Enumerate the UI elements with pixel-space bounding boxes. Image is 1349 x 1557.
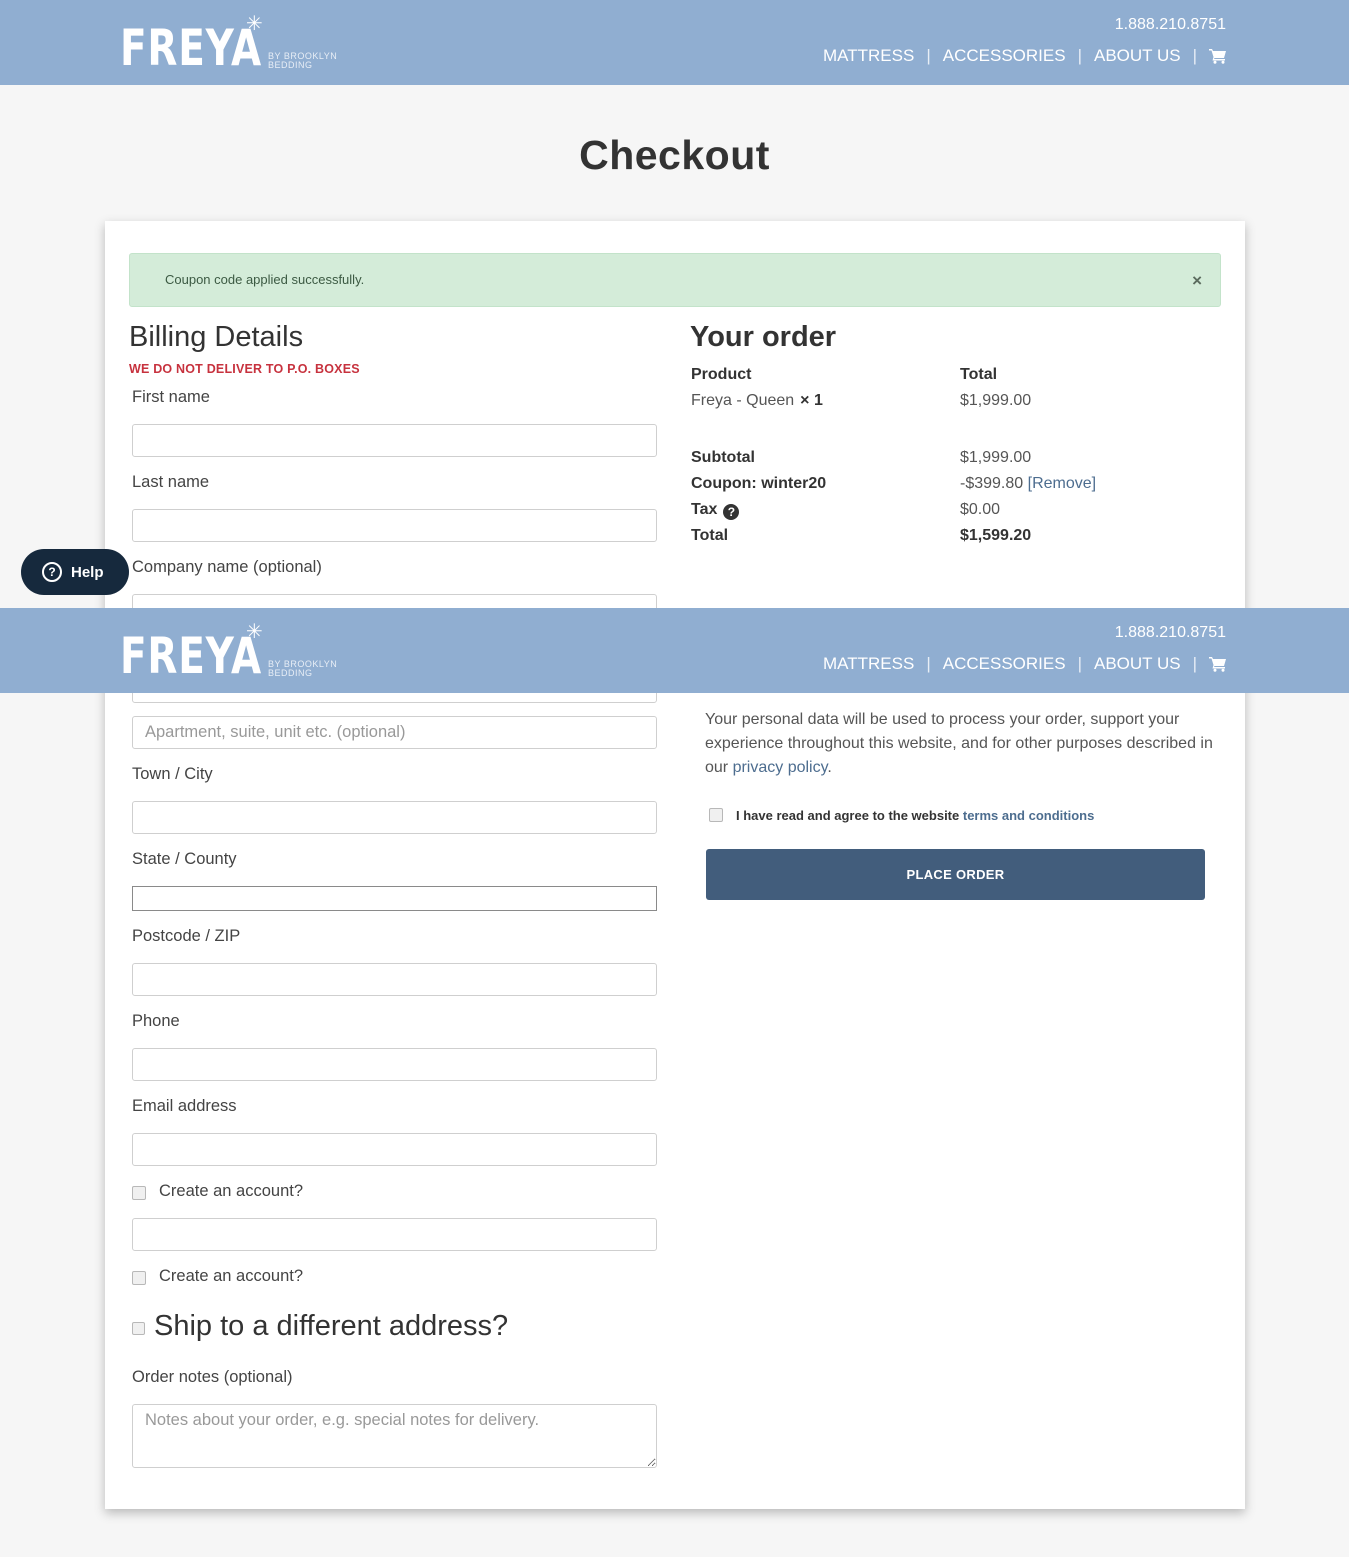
logo-wordmark: FREYA [120, 19, 262, 77]
nav-separator: | [926, 46, 931, 65]
remove-coupon-link[interactable]: [Remove] [1028, 475, 1096, 492]
order-notes-label: Order notes (optional) [132, 1368, 293, 1386]
phone-number[interactable]: 1.888.210.8751 [1115, 624, 1226, 642]
coupon-amount: -$399.80 [960, 475, 1024, 492]
freya-logo[interactable]: FREYA ✳ BY BROOKLYN BEDDING [120, 14, 337, 77]
create-account-label[interactable]: Create an account? [159, 1182, 303, 1201]
tax-label-text: Tax [691, 501, 718, 518]
coupon-label: Coupon: winter20 [691, 475, 827, 492]
notice-message: Coupon code applied successfully. [165, 272, 365, 287]
create-account-checkbox[interactable] [132, 1186, 146, 1200]
ship-different-checkbox[interactable] [132, 1322, 145, 1335]
state-label: State / County [132, 850, 237, 868]
sticky-header: FREYA ✳ BY BROOKLYN BEDDING 1.888.210.87… [0, 608, 1349, 693]
column-product: Product [691, 366, 752, 383]
page-title: Checkout [579, 132, 770, 178]
site-header: FREYA ✳ BY BROOKLYN BEDDING 1.888.210.87… [0, 0, 1349, 85]
account-password-input[interactable] [132, 1218, 657, 1251]
total-row: Total $1,599.20 [691, 527, 1211, 549]
privacy-period: . [827, 759, 832, 776]
nav-mattress[interactable]: MATTRESS [823, 654, 914, 674]
nav-accessories[interactable]: ACCESSORIES [943, 654, 1066, 674]
nav-separator: | [1192, 46, 1197, 65]
logo-subtitle-line2: BEDDING [268, 60, 313, 70]
question-circle-icon: ? [42, 562, 62, 582]
tax-value: $0.00 [960, 501, 1001, 518]
logo-subtitle: BY BROOKLYN BEDDING [268, 660, 337, 678]
order-notes-textarea[interactable] [132, 1404, 657, 1468]
terms-label[interactable]: I have read and agree to the website ter… [736, 808, 1094, 823]
place-order-button[interactable]: PLACE ORDER [706, 849, 1205, 900]
po-box-warning: WE DO NOT DELIVER TO P.O. BOXES [129, 362, 360, 376]
main-nav-sticky: MATTRESS | ACCESSORIES | ABOUT US | [823, 654, 1227, 674]
shopping-cart-icon[interactable] [1209, 656, 1227, 672]
shopping-cart-icon[interactable] [1209, 48, 1227, 64]
create-account-checkbox-2[interactable] [132, 1271, 146, 1285]
column-total: Total [960, 366, 998, 383]
phone-label: Phone [132, 1012, 180, 1030]
tax-label: Tax? [691, 501, 740, 520]
first-name-input[interactable] [132, 424, 657, 457]
logo-subtitle: BY BROOKLYN BEDDING [268, 52, 337, 70]
email-input[interactable] [132, 1133, 657, 1166]
last-name-label: Last name [132, 473, 210, 491]
order-heading: Your order [690, 321, 837, 353]
terms-link[interactable]: terms and conditions [963, 808, 1094, 823]
address-2-input[interactable] [132, 716, 657, 749]
product-name-text: Freya - Queen [691, 392, 795, 409]
postcode-label: Postcode / ZIP [132, 927, 241, 945]
subtotal-row: Subtotal $1,999.00 [691, 449, 1211, 471]
success-notice: Coupon code applied successfully. × [129, 253, 1221, 307]
terms-checkbox[interactable] [709, 808, 723, 822]
total-label: Total [691, 527, 729, 544]
privacy-notice: Your personal data will be used to proce… [705, 708, 1215, 780]
nav-separator: | [1077, 46, 1082, 65]
main-nav: MATTRESS | ACCESSORIES | ABOUT US | [823, 46, 1227, 66]
company-label: Company name (optional) [132, 558, 322, 576]
email-label: Email address [132, 1097, 237, 1115]
nav-separator: | [926, 654, 931, 673]
ship-different-label[interactable]: Ship to a different address? [154, 1310, 508, 1343]
create-account-label-2[interactable]: Create an account? [159, 1267, 303, 1286]
nav-separator: | [1192, 654, 1197, 673]
subtotal-value: $1,999.00 [960, 449, 1032, 466]
product-total: $1,999.00 [960, 392, 1032, 409]
product-name: Freya - Queen × 1 [691, 392, 823, 410]
city-label: Town / City [132, 765, 213, 783]
close-icon[interactable]: × [1192, 272, 1202, 289]
coupon-row: Coupon: winter20 -$399.80 [Remove] [691, 475, 1211, 497]
snowflake-icon: ✳ [246, 621, 263, 643]
help-button[interactable]: ? Help [21, 549, 129, 595]
nav-mattress[interactable]: MATTRESS [823, 46, 914, 66]
logo-subtitle-line2: BEDDING [268, 668, 313, 678]
last-name-input[interactable] [132, 509, 657, 542]
phone-input[interactable] [132, 1048, 657, 1081]
city-input[interactable] [132, 801, 657, 834]
help-label: Help [71, 563, 104, 581]
order-header-row: Product Total [691, 366, 1211, 388]
logo-wordmark: FREYA [120, 627, 262, 685]
total-value: $1,599.20 [960, 527, 1032, 544]
subtotal-label: Subtotal [691, 449, 755, 466]
question-circle-icon[interactable]: ? [723, 504, 740, 520]
terms-text: I have read and agree to the website [736, 808, 963, 823]
order-item-row: Freya - Queen × 1 $1,999.00 [691, 392, 1211, 414]
privacy-policy-link[interactable]: privacy policy [733, 759, 828, 776]
nav-separator: | [1077, 654, 1082, 673]
snowflake-icon: ✳ [246, 13, 263, 35]
product-qty: × 1 [800, 392, 823, 409]
nav-accessories[interactable]: ACCESSORIES [943, 46, 1066, 66]
freya-logo-sticky[interactable]: FREYA ✳ BY BROOKLYN BEDDING [120, 622, 337, 685]
postcode-input[interactable] [132, 963, 657, 996]
billing-heading: Billing Details [129, 321, 304, 353]
state-select[interactable] [132, 886, 657, 911]
checkout-card: Coupon code applied successfully. × Bill… [105, 221, 1245, 1509]
first-name-label: First name [132, 388, 210, 406]
nav-about-us[interactable]: ABOUT US [1094, 46, 1181, 66]
coupon-value: -$399.80 [Remove] [960, 475, 1096, 493]
nav-about-us[interactable]: ABOUT US [1094, 654, 1181, 674]
phone-number[interactable]: 1.888.210.8751 [1115, 16, 1226, 34]
tax-row: Tax? $0.00 [691, 501, 1211, 523]
